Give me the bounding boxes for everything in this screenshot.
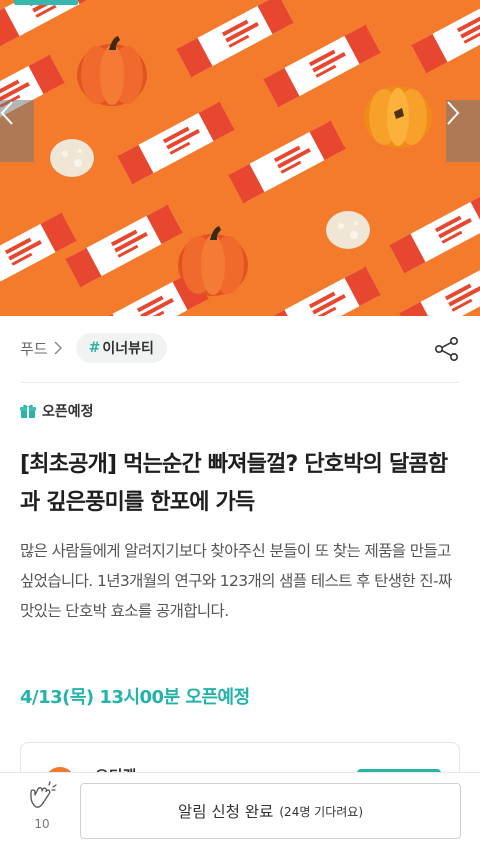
chevron-right-icon [447, 101, 460, 125]
category-label: 푸드 [20, 339, 48, 358]
share-icon [434, 336, 458, 361]
hero-image [0, 0, 480, 316]
notify-button[interactable]: 알림 신청 완료 (24명 기다려요) [80, 783, 461, 839]
share-button[interactable] [434, 336, 460, 362]
product-photo [0, 0, 480, 316]
gift-icon [20, 404, 36, 418]
tag-hash: # [88, 340, 101, 356]
tag-label: 이너뷰티 [102, 341, 154, 357]
clap-count: 10 [34, 817, 50, 831]
carousel-next-button[interactable] [446, 100, 480, 162]
chevron-right-icon [54, 341, 62, 355]
product-description: 많은 사람들에게 알려지기보다 찾아주신 분들이 또 찾는 제품을 만들고 싶었… [20, 542, 452, 620]
notify-label: 알림 신청 완료 [177, 803, 274, 821]
notify-waiting-count: (24명 기다려요) [279, 804, 364, 819]
carousel-prev-button[interactable] [0, 100, 34, 162]
category-row: 푸드 # 이너뷰티 [20, 333, 460, 363]
chevron-left-icon [0, 101, 13, 125]
clap-icon [30, 781, 57, 808]
bottom-action-bar: 10 알림 신청 완료 (24명 기다려요) [0, 772, 480, 861]
carousel-progress [14, 0, 78, 5]
open-date: 4/13(목) 13시00분 오픈예정 [20, 687, 250, 708]
divider [20, 382, 460, 383]
clap-button[interactable]: 10 [22, 781, 62, 831]
status-badge: 오픈예정 [20, 401, 94, 421]
tag-chip[interactable]: # 이너뷰티 [75, 333, 167, 363]
page-title: [최초공개] 먹는순간 빠져들껄? 단호박의 달콤함과 깊은풍미를 한포에 가득 [20, 452, 448, 515]
status-label: 오픈예정 [42, 404, 94, 420]
category-breadcrumb[interactable]: 푸드 [20, 338, 62, 359]
